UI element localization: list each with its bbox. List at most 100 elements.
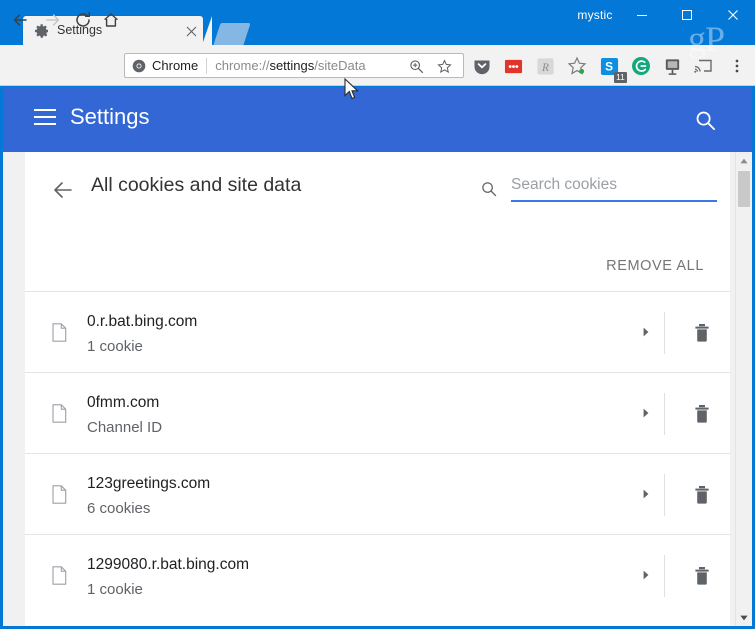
extension-honey-icon[interactable]: R (533, 54, 557, 78)
home-icon (101, 10, 121, 30)
subpage-header: All cookies and site data (25, 152, 730, 227)
delete-button[interactable] (690, 483, 714, 507)
hamburger-line (34, 109, 56, 111)
tab-close-button[interactable] (183, 23, 199, 39)
omnibox-url: chrome://settings/siteData (215, 58, 365, 73)
chevron-right-icon (640, 326, 652, 338)
arrow-left-icon (10, 10, 30, 30)
search-input[interactable] (511, 174, 717, 202)
table-row[interactable]: 0.r.bat.bing.com 1 cookie (25, 291, 730, 372)
star-icon (437, 59, 452, 74)
row-divider (664, 474, 665, 516)
trash-icon (693, 485, 711, 505)
window-close-button[interactable] (710, 0, 755, 30)
settings-page-body: All cookies and site data REMOVE ALL (3, 152, 752, 626)
chevron-right-icon (640, 488, 652, 500)
window-maximize-button[interactable] (664, 0, 709, 30)
maximize-icon (681, 9, 693, 21)
page-title: All cookies and site data (91, 174, 301, 197)
row-text: 123greetings.com 6 cookies (87, 472, 607, 521)
browser-window: mystic Settings (0, 0, 755, 629)
expand-button[interactable] (637, 566, 655, 584)
scrollbar-up-button[interactable] (736, 152, 752, 169)
extension-skype-icon[interactable]: S 11 (597, 54, 621, 78)
search-icon (481, 181, 497, 197)
extension-pocket-icon[interactable] (470, 54, 494, 78)
extension-grammarly-icon[interactable] (629, 54, 653, 78)
trash-icon (693, 404, 711, 424)
page-icon (52, 404, 67, 423)
back-button[interactable] (6, 6, 34, 34)
cookie-list: 0.r.bat.bing.com 1 cookie (25, 291, 730, 615)
url-path: /siteData (314, 58, 365, 73)
hamburger-line (34, 116, 56, 118)
pocket-icon (472, 56, 492, 76)
window-title: mystic (565, 8, 625, 22)
delete-button[interactable] (690, 402, 714, 426)
settings-title: Settings (70, 104, 150, 130)
home-button[interactable] (97, 6, 125, 34)
triangle-up-icon (740, 158, 748, 164)
cookie-site-name: 0fmm.com (87, 391, 607, 415)
reload-icon (73, 10, 93, 30)
page-scrollbar[interactable] (735, 152, 752, 626)
row-divider (664, 393, 665, 435)
letter-r-icon: R (536, 57, 555, 76)
chevron-right-icon (640, 569, 652, 581)
omnibox-divider (206, 58, 207, 74)
hamburger-line (34, 123, 56, 125)
cast-icon (693, 56, 713, 76)
close-icon (186, 26, 197, 37)
extension-red-dots-icon[interactable] (501, 54, 525, 78)
plug-icon (663, 57, 682, 76)
forward-button[interactable] (39, 6, 67, 34)
extension-star-badge-icon[interactable] (565, 54, 589, 78)
arrow-left-icon (51, 178, 75, 202)
new-tab-button[interactable] (213, 23, 250, 45)
row-divider (664, 312, 665, 354)
grammarly-icon (631, 56, 651, 76)
page-icon (52, 485, 67, 504)
chrome-menu-button[interactable] (727, 54, 747, 78)
reload-button[interactable] (69, 6, 97, 34)
subpage-back-button[interactable] (48, 175, 78, 205)
svg-text:S: S (605, 59, 613, 73)
address-bar[interactable]: Chrome chrome://settings/siteData (124, 53, 464, 78)
cookie-detail: 1 cookie (87, 578, 607, 602)
table-row[interactable]: 123greetings.com 6 cookies (25, 453, 730, 534)
delete-button[interactable] (690, 321, 714, 345)
expand-button[interactable] (637, 323, 655, 341)
close-icon (727, 9, 739, 21)
settings-search-button[interactable] (693, 108, 717, 132)
cookie-site-name: 1299080.r.bat.bing.com (87, 553, 607, 577)
table-row[interactable]: 1299080.r.bat.bing.com 1 cookie (25, 534, 730, 615)
scrollbar-thumb[interactable] (738, 171, 750, 207)
page-viewport: Settings All cookies and site data (3, 87, 752, 626)
cast-button[interactable] (691, 54, 715, 78)
table-row[interactable]: 0fmm.com Channel ID (25, 372, 730, 453)
expand-button[interactable] (637, 404, 655, 422)
cookie-detail: Channel ID (87, 416, 607, 440)
cookie-site-name: 123greetings.com (87, 472, 607, 496)
url-host: settings (269, 58, 314, 73)
cookie-site-name: 0.r.bat.bing.com (87, 310, 607, 334)
row-text: 0.r.bat.bing.com 1 cookie (87, 310, 607, 359)
remove-all-button[interactable]: REMOVE ALL (602, 252, 708, 280)
search-icon (695, 110, 716, 131)
extension-dark-plug-icon[interactable] (660, 54, 684, 78)
star-icon (567, 56, 587, 76)
settings-menu-button[interactable] (34, 109, 56, 129)
bookmark-star-icon[interactable] (436, 58, 453, 75)
cookie-detail: 1 cookie (87, 335, 607, 359)
scrollbar-down-button[interactable] (736, 609, 752, 626)
settings-header: Settings (3, 87, 752, 152)
cookie-detail: 6 cookies (87, 497, 607, 521)
window-minimize-button[interactable] (619, 0, 664, 30)
minimize-icon (636, 9, 648, 21)
zoom-icon[interactable] (408, 58, 425, 75)
expand-button[interactable] (637, 485, 655, 503)
extension-badge-count: 11 (614, 72, 627, 83)
page-icon (52, 566, 67, 585)
delete-button[interactable] (690, 564, 714, 588)
trash-icon (693, 323, 711, 343)
